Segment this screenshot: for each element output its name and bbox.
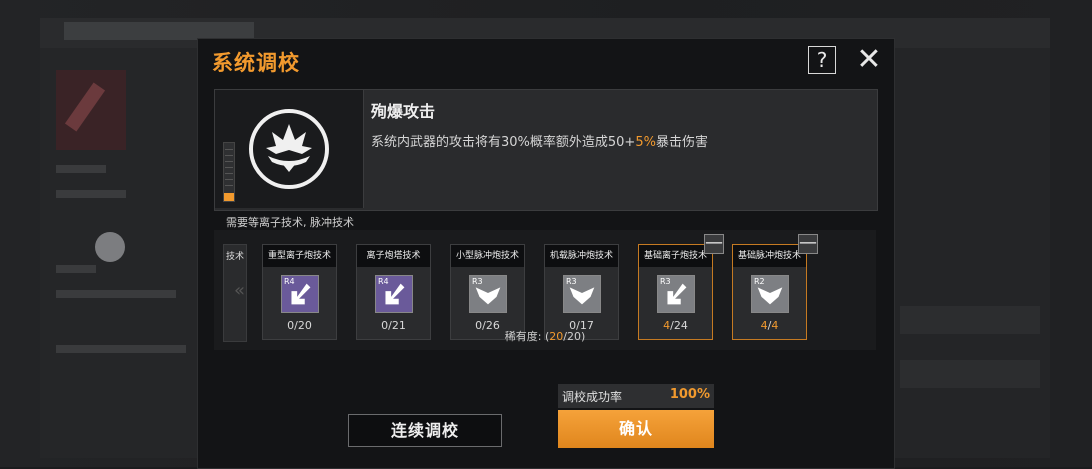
remove-material-button[interactable]: — <box>704 234 724 254</box>
rarity-label: 稀有度: (20/20) <box>504 330 586 343</box>
background-text-line <box>56 345 186 353</box>
skill-name: 殉爆攻击 <box>371 102 436 121</box>
success-rate-box: 调校成功率 100% <box>558 384 714 408</box>
system-tuning-dialog: 系统调校 ? ✕ 殉爆攻击 系统内武器的攻击将有30%概率额外造成50+5%暴击… <box>197 38 895 469</box>
material-slots: 技术 « 重型离子炮技术 R4 0/20 离子炮塔技术 R4 0/21 小型脉冲… <box>214 230 876 350</box>
level-fill <box>224 193 234 201</box>
material-slot-selected[interactable]: 基础脉冲炮技术 R2 4/4 <box>732 244 807 340</box>
pulse-wing-icon: R2 <box>751 275 789 313</box>
background-cursor-circle <box>95 232 125 262</box>
remove-material-button[interactable]: — <box>798 234 818 254</box>
skill-icon-box <box>215 90 364 208</box>
ion-cannon-arrow-icon: R3 <box>657 275 695 313</box>
ion-turret-arrow-icon: R4 <box>375 275 413 313</box>
success-rate-value: 100% <box>669 387 710 402</box>
skill-description: 系统内武器的攻击将有30%概率额外造成50+5%暴击伤害 <box>371 135 708 150</box>
background-text-line <box>56 190 126 198</box>
success-rate-label: 调校成功率 <box>562 390 623 404</box>
confirm-button[interactable]: 确认 <box>558 410 714 448</box>
requirement-label: 需要等离子技术, 脉冲技术 <box>226 216 354 229</box>
background-weapon-card <box>56 70 126 150</box>
explosion-emblem-icon <box>249 109 329 189</box>
dialog-title: 系统调校 <box>212 51 300 75</box>
help-button[interactable]: ? <box>808 46 836 74</box>
close-button[interactable]: ✕ <box>854 45 884 75</box>
background-text-line <box>56 265 96 273</box>
material-slot[interactable]: 机载脉冲炮技术 R3 0/17 <box>544 244 619 340</box>
background-right-row <box>900 306 1040 334</box>
material-slot[interactable]: 离子炮塔技术 R4 0/21 <box>356 244 431 340</box>
background-text-line <box>56 290 176 298</box>
pulse-wing-icon: R3 <box>469 275 507 313</box>
pulse-wing-icon: R3 <box>563 275 601 313</box>
background-text-line <box>56 165 106 173</box>
material-slot-selected[interactable]: 基础离子炮技术 R3 4/24 <box>638 244 713 340</box>
scroll-left-icon[interactable]: « <box>234 280 245 301</box>
material-slot[interactable]: 重型离子炮技术 R4 0/20 <box>262 244 337 340</box>
background-right-panel <box>890 48 1050 458</box>
skill-panel: 殉爆攻击 系统内武器的攻击将有30%概率额外造成50+5%暴击伤害 <box>214 89 878 211</box>
background-right-row <box>900 360 1040 388</box>
ion-cannon-arrow-icon: R4 <box>281 275 319 313</box>
level-indicator <box>223 142 235 202</box>
material-slot[interactable]: 小型脉冲炮技术 R3 0/26 <box>450 244 525 340</box>
continuous-tune-button[interactable]: 连续调校 <box>348 414 502 447</box>
